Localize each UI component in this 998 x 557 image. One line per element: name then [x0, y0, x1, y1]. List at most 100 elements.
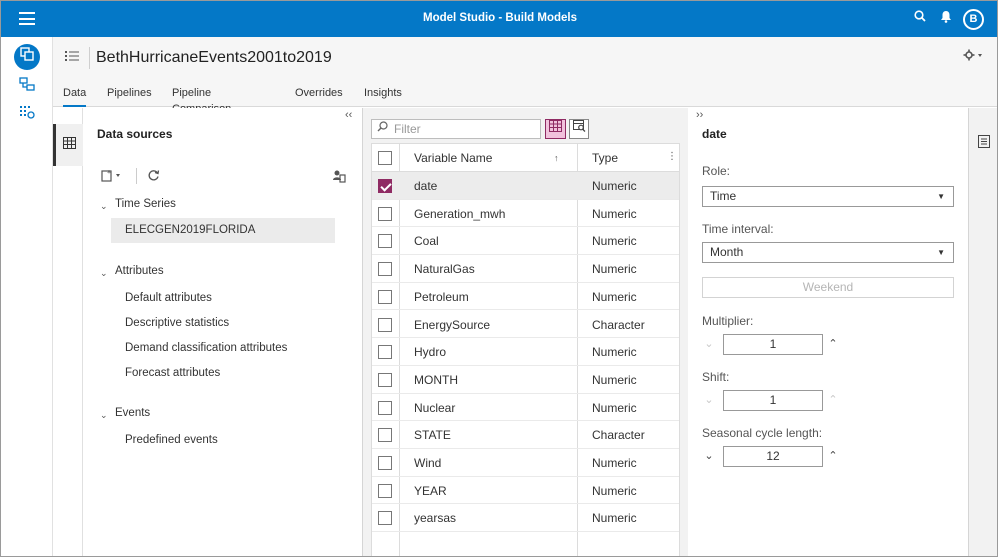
new-data-source-icon[interactable]: * [101, 169, 123, 185]
bell-icon[interactable] [940, 10, 952, 26]
row-checkbox[interactable] [378, 456, 392, 470]
attributes-label[interactable]: Attributes [115, 265, 164, 277]
row-checkbox[interactable] [378, 179, 392, 193]
role-select[interactable]: Time ▼ [702, 186, 954, 207]
time-series-label[interactable]: Time Series [115, 198, 176, 210]
event-item[interactable]: Predefined events [125, 434, 218, 446]
row-checkbox[interactable] [378, 428, 392, 443]
weekend-button[interactable]: Weekend [702, 277, 954, 298]
column-header-variable-name[interactable]: Variable Name [414, 151, 492, 165]
tab-overrides[interactable]: Overrides [295, 85, 343, 107]
table-row[interactable]: date Numeric [372, 172, 679, 200]
variables-pane: Filter Variable Name ↑ Type ⋮ date Numeri… [363, 108, 688, 556]
grid-view-button[interactable] [545, 119, 566, 139]
decrement-icon[interactable]: ⌄ [702, 334, 716, 355]
increment-icon[interactable]: ⌃ [826, 334, 840, 355]
column-header-type[interactable]: Type [592, 151, 618, 165]
row-checkbox[interactable] [378, 483, 392, 498]
row-checkbox[interactable] [378, 400, 392, 415]
row-checkbox[interactable] [378, 262, 392, 277]
table-row[interactable]: Petroleum Numeric [372, 283, 679, 311]
header-divider [89, 47, 90, 69]
row-checkbox[interactable] [378, 234, 392, 249]
increment-icon[interactable]: ⌃ [826, 446, 840, 467]
details-view-button[interactable] [569, 119, 589, 139]
time-interval-value: Month [710, 245, 744, 259]
list-icon[interactable] [65, 49, 79, 65]
attribute-item[interactable]: Forecast attributes [125, 367, 220, 379]
type-cell: Numeric [592, 262, 637, 277]
type-cell: Character [592, 317, 645, 332]
pipeline-icon[interactable] [15, 75, 39, 99]
shift-stepper[interactable]: ⌄ 1 ⌃ [702, 390, 852, 411]
filter-input[interactable]: Filter [371, 119, 541, 139]
table-row[interactable]: Hydro Numeric [372, 338, 679, 366]
seasonal-cycle-value[interactable]: 12 [723, 446, 823, 467]
tab-pipeline-comparison[interactable]: Pipeline Comparison [172, 85, 231, 115]
table-row[interactable]: MONTH Numeric [372, 366, 679, 394]
collapse-panel-icon[interactable]: ‹‹ [345, 109, 352, 121]
refresh-icon[interactable] [147, 169, 160, 185]
gear-icon[interactable] [963, 49, 983, 64]
table-row[interactable]: NaturalGas Numeric [372, 255, 679, 283]
filter-placeholder: Filter [394, 122, 421, 136]
tab-data[interactable]: Data [63, 85, 87, 107]
table-header: Variable Name ↑ Type ⋮ [372, 144, 679, 172]
variables-table: Variable Name ↑ Type ⋮ date Numeric Genera… [371, 143, 680, 556]
attribute-item[interactable]: Demand classification attributes [125, 342, 287, 354]
shift-label: Shift: [702, 370, 730, 384]
tab-pipelines[interactable]: Pipelines [107, 85, 152, 107]
user-avatar[interactable]: B [963, 9, 984, 30]
expand-panel-icon[interactable]: ›› [696, 109, 703, 121]
decrement-icon[interactable]: ⌄ [702, 390, 716, 411]
time-series-item[interactable]: ELECGEN2019FLORIDA [111, 218, 335, 243]
time-interval-select[interactable]: Month ▼ [702, 242, 954, 263]
table-row[interactable]: Coal Numeric [372, 227, 679, 256]
column-options-icon[interactable]: ⋮ [667, 151, 677, 162]
row-checkbox[interactable] [378, 206, 392, 221]
row-checkbox[interactable] [378, 289, 392, 304]
table-row[interactable]: STATE Character [372, 421, 679, 449]
shift-value[interactable]: 1 [723, 390, 823, 411]
table-row[interactable]: EnergySource Character [372, 311, 679, 339]
tab-insights[interactable]: Insights [364, 85, 402, 107]
data-icon[interactable] [15, 103, 39, 127]
select-all-checkbox[interactable] [378, 151, 392, 165]
properties-icon[interactable] [969, 124, 997, 164]
data-sources-heading: Data sources [97, 127, 173, 141]
table-view-icon[interactable] [53, 124, 83, 166]
attribute-item[interactable]: Default attributes [125, 292, 212, 304]
table-row[interactable]: YEAR Numeric [372, 477, 679, 505]
manage-sources-icon[interactable] [332, 169, 346, 186]
type-cell: Numeric [592, 483, 637, 498]
table-row[interactable]: Nuclear Numeric [372, 394, 679, 422]
properties-heading: date [702, 127, 727, 141]
attribute-item[interactable]: Descriptive statistics [125, 317, 229, 329]
chevron-down-icon[interactable]: ⌄ [100, 201, 108, 212]
row-checkbox[interactable] [378, 345, 392, 360]
search-icon[interactable] [914, 10, 926, 25]
row-checkbox[interactable] [378, 372, 392, 387]
table-row[interactable]: Wind Numeric [372, 449, 679, 477]
decrement-icon[interactable]: ⌄ [702, 446, 716, 467]
variable-name-cell: date [414, 179, 438, 193]
table-row[interactable]: Generation_mwh Numeric [372, 200, 679, 228]
sort-ascending-icon[interactable]: ↑ [554, 153, 559, 163]
multiplier-stepper[interactable]: ⌄ 1 ⌃ [702, 334, 852, 355]
type-cell: Numeric [592, 234, 637, 249]
table-row[interactable]: yearsas Numeric [372, 504, 679, 533]
variable-name-cell: Hydro [414, 345, 447, 360]
type-cell: Numeric [592, 345, 637, 360]
row-checkbox[interactable] [378, 511, 392, 526]
row-checkbox[interactable] [378, 317, 392, 332]
events-label[interactable]: Events [115, 407, 150, 419]
increment-icon[interactable]: ⌃ [826, 390, 840, 411]
chevron-down-icon[interactable]: ⌄ [100, 268, 108, 279]
type-cell: Numeric [592, 456, 637, 470]
build-models-icon[interactable] [14, 44, 40, 70]
multiplier-value[interactable]: 1 [723, 334, 823, 355]
seasonal-cycle-stepper[interactable]: ⌄ 12 ⌃ [702, 446, 852, 467]
role-value: Time [710, 189, 737, 203]
type-cell: Numeric [592, 372, 637, 387]
chevron-down-icon[interactable]: ⌄ [100, 410, 108, 421]
